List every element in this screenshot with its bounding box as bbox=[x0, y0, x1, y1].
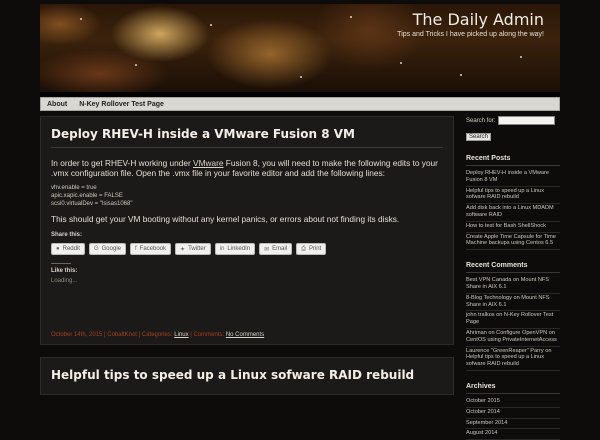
recent-comment-link[interactable]: Ahriman on Configure OpenVPN on CentOS u… bbox=[466, 329, 560, 347]
page-wrapper: The Daily Admin Tips and Tricks I have p… bbox=[40, 4, 560, 111]
categories-label: Categories: bbox=[141, 332, 173, 338]
main-column: Deploy RHEV-H inside a VMware Fusion 8 V… bbox=[40, 116, 454, 407]
post-divider bbox=[51, 147, 443, 148]
search-widget: Search for: bbox=[466, 116, 560, 125]
recent-post-link[interactable]: Create Apple Time Capsule for Time Machi… bbox=[466, 233, 560, 251]
post-intro: In order to get RHEV-H working under VMw… bbox=[51, 158, 438, 178]
share-label-text: LinkedIn bbox=[227, 246, 251, 252]
widget-title: Archives bbox=[466, 383, 560, 394]
print-icon: ⎙ bbox=[301, 245, 306, 252]
share-buttons: ● Reddit G Google f Facebook ✦ Twitter in LinkedI… bbox=[51, 243, 443, 255]
recent-comment-link[interactable]: john tralkos on N-Key Rollover Test Page bbox=[466, 311, 560, 329]
post-meta: October 14th, 2015 | CobaltKnot | Catego… bbox=[51, 332, 265, 338]
twitter-icon: ✦ bbox=[180, 246, 186, 253]
archive-link[interactable]: October 2014 bbox=[466, 408, 560, 419]
code-line: apic.xapic.enable = FALSE bbox=[51, 193, 123, 199]
share-label-text: Reddit bbox=[62, 246, 80, 252]
post-article-2: Helpful tips to speed up a Linux sofware… bbox=[40, 357, 454, 395]
recent-post-link[interactable]: Deploy RHEV-H inside a VMware Fusion 8 V… bbox=[466, 169, 560, 187]
category-link[interactable]: Linux bbox=[174, 332, 188, 338]
recent-comment-link[interactable]: Laurence "GreenReaper" Parry on Helpful … bbox=[466, 347, 560, 371]
share-email-button[interactable]: ✉ Email bbox=[259, 243, 293, 255]
comments-link[interactable]: No Comments bbox=[226, 332, 264, 338]
post-title[interactable]: Helpful tips to speed up a Linux sofware… bbox=[51, 368, 443, 382]
site-title[interactable]: The Daily Admin bbox=[413, 10, 544, 29]
archive-link[interactable]: August 2014 bbox=[466, 429, 560, 440]
archives-widget: Archives October 2015 October 2014 Septemb… bbox=[466, 383, 560, 440]
search-label: Search for: bbox=[466, 117, 496, 124]
like-divider bbox=[51, 263, 71, 264]
post-closing: This should get your VM booting without … bbox=[51, 214, 400, 224]
site-header: The Daily Admin Tips and Tricks I have p… bbox=[40, 4, 560, 92]
archive-link[interactable]: October 2015 bbox=[466, 397, 560, 408]
share-label-text: Twitter bbox=[188, 246, 206, 252]
search-input[interactable] bbox=[498, 116, 556, 125]
share-reddit-button[interactable]: ● Reddit bbox=[51, 243, 85, 255]
email-icon: ✉ bbox=[264, 246, 270, 253]
share-label-text: Print bbox=[308, 246, 322, 252]
share-label: Share this: bbox=[51, 232, 83, 238]
vmware-link[interactable]: VMware bbox=[193, 158, 223, 168]
post-article: Deploy RHEV-H inside a VMware Fusion 8 V… bbox=[40, 116, 454, 345]
recent-posts-widget: Recent Posts Deploy RHEV-H inside a VMwa… bbox=[466, 155, 560, 251]
share-print-button[interactable]: ⎙ Print bbox=[296, 243, 327, 255]
linkedin-icon: in bbox=[219, 246, 225, 252]
share-facebook-button[interactable]: f Facebook bbox=[130, 243, 172, 255]
share-label-text: Facebook bbox=[139, 246, 167, 252]
comments-label: Comments: bbox=[193, 332, 225, 338]
facebook-icon: f bbox=[135, 246, 137, 252]
recent-post-link[interactable]: Add disk back into a Linux MDADM softwar… bbox=[466, 204, 560, 222]
nav-nkey-rollover[interactable]: N-Key Rollover Test Page bbox=[73, 101, 170, 108]
recent-post-link[interactable]: Helpful tips to speed up a Linux sofware… bbox=[466, 187, 560, 205]
search-button[interactable]: Search bbox=[466, 133, 492, 141]
recent-comments-widget: Recent Comments Best VPN Canada on Mount… bbox=[466, 262, 560, 371]
recent-comment-link[interactable]: 8-Blog Technology on Mount NFS Share in … bbox=[466, 294, 560, 312]
site-tagline: Tips and Tricks I have picked up along t… bbox=[397, 31, 544, 38]
share-label-text: Google bbox=[101, 246, 121, 252]
like-label: Like this: bbox=[51, 268, 78, 274]
code-block: vhv.enable = true apic.xapic.enable = FA… bbox=[51, 184, 443, 208]
post-date: October 14th, 2015 bbox=[51, 332, 103, 338]
recent-comment-link[interactable]: Best VPN Canada on Mount NFS Share in AI… bbox=[466, 276, 560, 294]
widget-title: Recent Comments bbox=[466, 262, 560, 274]
archive-link[interactable]: September 2014 bbox=[466, 419, 560, 430]
google-icon: G bbox=[93, 246, 99, 252]
reddit-icon: ● bbox=[56, 246, 60, 252]
nav-about[interactable]: About bbox=[41, 101, 73, 108]
share-linkedin-button[interactable]: in LinkedIn bbox=[214, 243, 256, 255]
share-google-button[interactable]: G Google bbox=[88, 243, 126, 255]
share-label-text: Email bbox=[272, 246, 288, 252]
main-nav: About N-Key Rollover Test Page bbox=[40, 97, 560, 111]
sidebar: Search for: Search Recent Posts Deploy R… bbox=[466, 116, 560, 440]
post-author[interactable]: CobaltKnot bbox=[107, 332, 137, 338]
share-twitter-button[interactable]: ✦ Twitter bbox=[175, 243, 211, 255]
loading-text: Loading... bbox=[51, 278, 78, 284]
recent-post-link[interactable]: How to test for Bash ShellShock bbox=[466, 222, 560, 233]
code-line: scsi0.virtualDev = "lsisas1068" bbox=[51, 201, 133, 207]
post-title[interactable]: Deploy RHEV-H inside a VMware Fusion 8 V… bbox=[51, 127, 443, 141]
code-line: vhv.enable = true bbox=[51, 185, 97, 191]
widget-title: Recent Posts bbox=[466, 155, 560, 166]
